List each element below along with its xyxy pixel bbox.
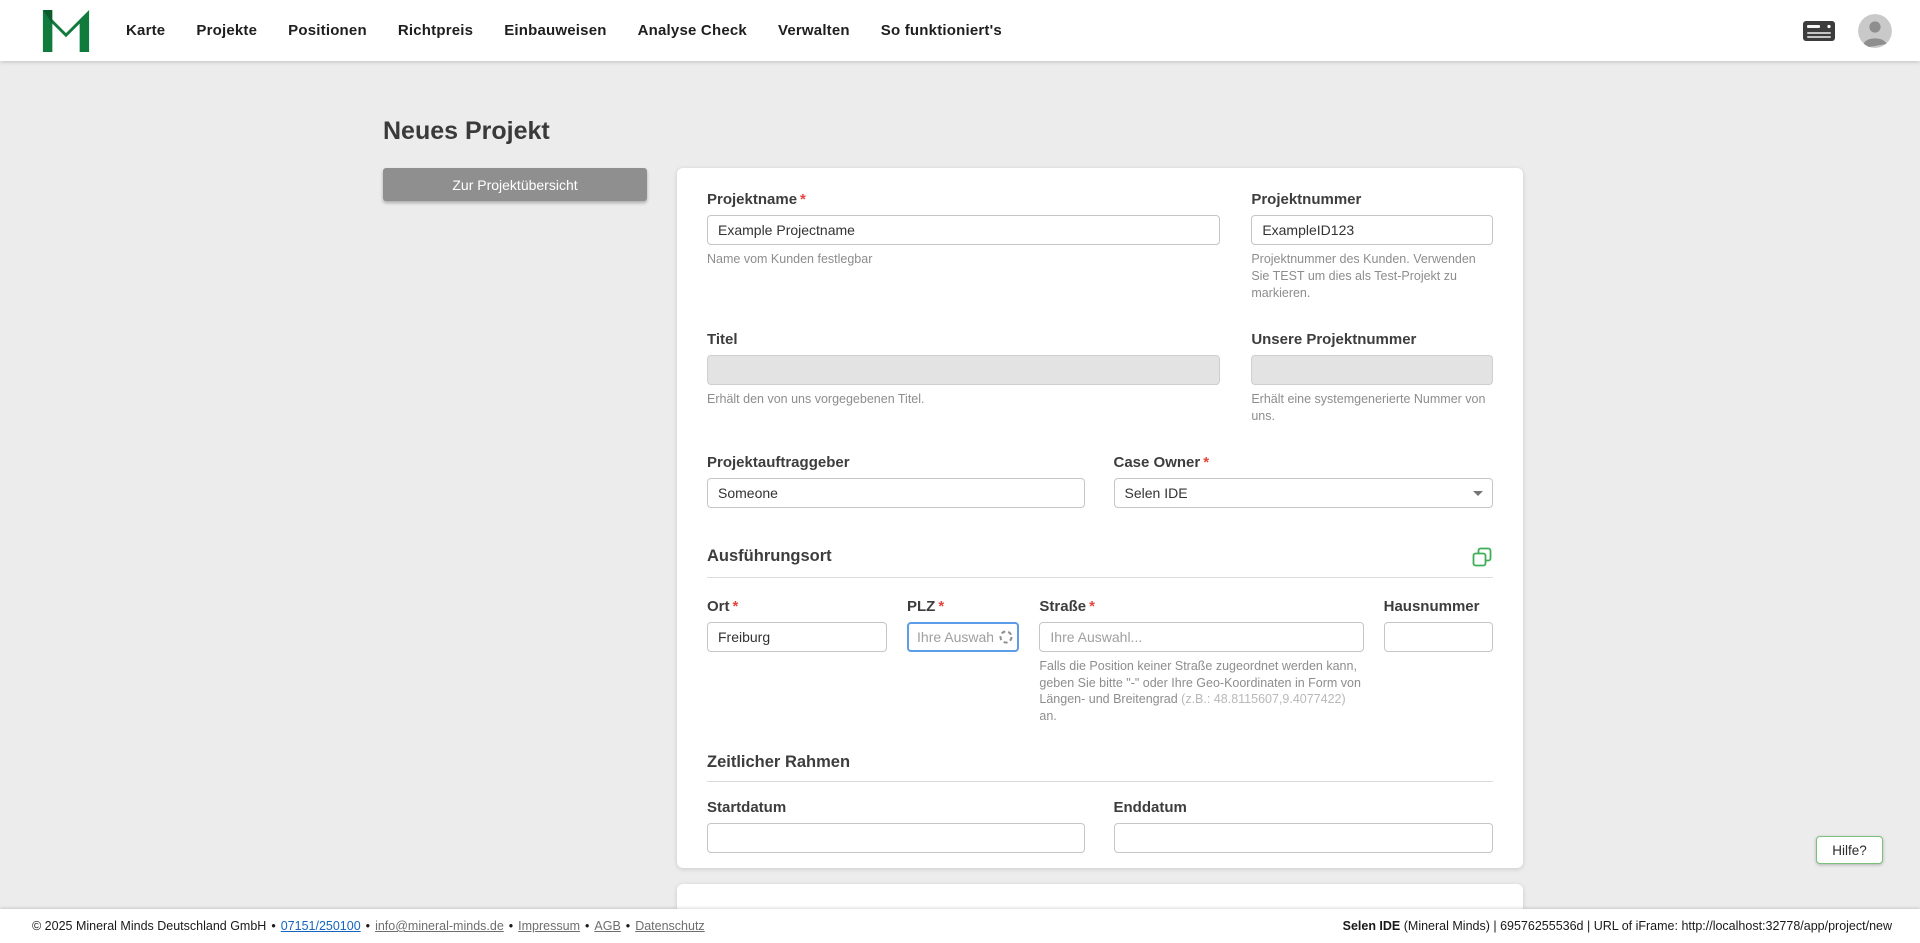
titel-input (707, 355, 1221, 386)
hausnummer-input[interactable] (1383, 621, 1493, 652)
startdatum-label: Startdatum (707, 798, 787, 816)
strasse-label: Straße * (1039, 597, 1095, 615)
ort-label: Ort * (707, 597, 739, 615)
main-nav: Karte Projekte Positionen Richtpreis Ein… (126, 22, 1002, 39)
case-owner-select[interactable]: Selen IDE (1113, 477, 1493, 508)
enddatum-label: Enddatum (1113, 798, 1187, 816)
nav-item-richtpreis[interactable]: Richtpreis (398, 22, 473, 39)
field-case-owner: Case Owner * Selen IDE (1113, 453, 1493, 508)
footer-agb-link[interactable]: AGB (594, 919, 620, 933)
unsere-projektnummer-input (1251, 355, 1493, 386)
nav-item-karte[interactable]: Karte (126, 22, 165, 39)
plz-label: PLZ * (907, 597, 945, 615)
field-unsere-projektnummer: Unsere Projektnummer Erhält eine systemg… (1251, 331, 1493, 425)
footer-impressum-link[interactable]: Impressum (518, 919, 580, 933)
hausnummer-label: Hausnummer (1383, 597, 1480, 615)
field-plz: PLZ * (907, 597, 1020, 725)
field-strasse: Straße* Falls die Position keiner Straße… (1039, 597, 1364, 725)
chevron-down-icon (1473, 490, 1483, 496)
field-enddatum: Enddatum (1113, 798, 1493, 853)
nav-item-so-funktionierts[interactable]: So funktioniert's (881, 22, 1002, 39)
unsere-projektnummer-label: Unsere Projektnummer (1251, 331, 1417, 349)
projektnummer-helper: Projektnummer des Kunden. Verwenden Sie … (1251, 252, 1476, 300)
field-projektauftraggeber: Projektauftraggeber (707, 454, 1085, 508)
footer-phone-link[interactable]: 07151/250100 (281, 919, 361, 933)
projektauftraggeber-input[interactable] (707, 477, 1085, 508)
nav-item-projekte[interactable]: Projekte (196, 22, 257, 39)
help-button[interactable]: Hilfe? (1816, 836, 1883, 864)
enddatum-input[interactable] (1113, 822, 1493, 853)
terminal-icon[interactable] (1802, 19, 1836, 43)
footer-session-info: Selen IDE (Mineral Minds) | 69576255536d… (1343, 919, 1892, 933)
required-marker: * (1203, 453, 1210, 471)
required-marker: * (938, 597, 945, 615)
footer-email-link[interactable]: info@mineral-minds.de (375, 919, 504, 933)
brand-logo[interactable] (42, 9, 90, 52)
section-ausfuehrungsort: Ausführungsort (707, 546, 1493, 578)
nav-item-analyse-check[interactable]: Analyse Check (638, 22, 747, 39)
session-details: (Mineral Minds) | 69576255536d | URL of … (1400, 919, 1892, 933)
unsere-projektnummer-helper: Erhält eine systemgenerierte Nummer von … (1251, 392, 1486, 423)
startdatum-input[interactable] (707, 822, 1085, 853)
field-hausnummer: Hausnummer (1383, 597, 1493, 725)
field-titel: Titel Erhält den von uns vorgegebenen Ti… (707, 331, 1221, 425)
next-card-partial (677, 884, 1523, 909)
top-navbar: Karte Projekte Positionen Richtpreis Ein… (0, 0, 1920, 61)
field-projektname: Projektname* Name vom Kunden festlegbar (707, 191, 1221, 301)
required-marker: * (1089, 597, 1095, 615)
titel-label: Titel (707, 331, 738, 349)
projektnummer-label: Projektnummer (1251, 191, 1362, 208)
field-startdatum: Startdatum (707, 799, 1085, 853)
projektname-helper: Name vom Kunden festlegbar (707, 252, 873, 266)
footer: © 2025 Mineral Minds Deutschland GmbH • … (0, 909, 1920, 943)
projektauftraggeber-label: Projektauftraggeber (707, 453, 850, 471)
navbar-right (1802, 13, 1892, 48)
session-user: Selen IDE (1342, 919, 1401, 933)
page-title: Neues Projekt (383, 117, 550, 145)
new-project-form-card: Projektname* Name vom Kunden festlegbar … (677, 168, 1523, 868)
titel-helper: Erhält den von uns vorgegebenen Titel. (707, 392, 925, 407)
required-marker: * (732, 597, 739, 615)
projektnummer-input[interactable] (1251, 215, 1493, 245)
field-ort: Ort * (707, 597, 888, 725)
projektname-label: Projektname * (707, 191, 806, 208)
case-owner-label: Case Owner * (1113, 453, 1210, 471)
zeitlicher-rahmen-heading: Zeitlicher Rahmen (707, 752, 851, 771)
user-avatar-icon[interactable] (1858, 13, 1892, 48)
strasse-helper: Falls die Position keiner Straße zugeord… (1039, 658, 1361, 723)
strasse-input[interactable] (1039, 621, 1364, 652)
nav-item-einbauweisen[interactable]: Einbauweisen (504, 22, 606, 39)
back-to-projects-button[interactable]: Zur Projektübersicht (383, 168, 647, 201)
footer-left: © 2025 Mineral Minds Deutschland GmbH • … (32, 919, 705, 933)
copyright-text: © 2025 Mineral Minds Deutschland GmbH (32, 919, 267, 933)
field-projektnummer: Projektnummer Projektnummer des Kunden. … (1251, 191, 1493, 301)
ausfuehrungsort-heading: Ausführungsort (707, 547, 832, 566)
copy-icon[interactable] (1471, 546, 1493, 568)
projektname-input[interactable] (707, 215, 1221, 245)
nav-item-positionen[interactable]: Positionen (288, 22, 367, 39)
required-marker: * (800, 191, 806, 208)
ort-input[interactable] (707, 621, 888, 652)
plz-input[interactable] (907, 621, 1020, 652)
footer-datenschutz-link[interactable]: Datenschutz (635, 919, 704, 933)
section-zeitlicher-rahmen: Zeitlicher Rahmen (707, 753, 1493, 782)
nav-item-verwalten[interactable]: Verwalten (778, 22, 850, 39)
